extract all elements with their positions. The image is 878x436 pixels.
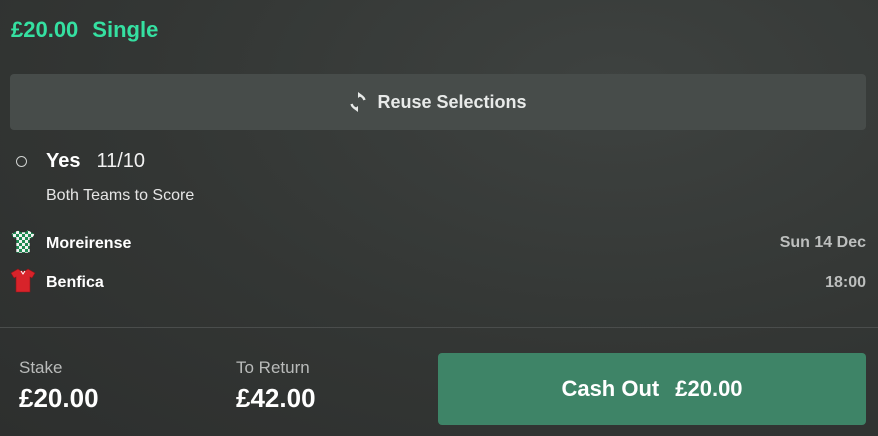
reuse-selections-button[interactable]: Reuse Selections [10,74,866,130]
cash-out-label: Cash Out [561,376,660,401]
away-team-name: Benfica [46,273,104,291]
selection-status-indicator [16,156,27,167]
event-time: 18:00 [825,274,866,291]
cash-out-value: £20.00 [675,376,743,401]
to-return-label: To Return [236,358,310,377]
kit-green-white-checkered-icon [10,228,36,259]
bet-amount: £20.00 [11,17,79,42]
selection-name: Yes [46,150,81,172]
to-return-value: £42.00 [236,383,316,413]
divider [0,327,878,328]
market-name: Both Teams to Score [46,187,195,204]
selection-odds: 11/10 [96,150,146,172]
cash-out-button[interactable]: Cash Out £20.00 [438,353,866,425]
event-date: Sun 14 Dec [779,234,866,251]
kit-red-icon [10,267,36,298]
stake-label: Stake [19,358,63,377]
selection-line: Yes 11/10 [46,150,145,173]
home-team: Moreirense [10,228,131,259]
bet-header: £20.00 Single [11,17,158,43]
bet-type: Single [92,17,159,42]
away-team: Benfica [10,267,104,298]
stake-value: £20.00 [19,383,99,413]
home-team-name: Moreirense [46,234,132,252]
reuse-selections-label: Reuse Selections [377,91,527,112]
refresh-icon [349,92,367,112]
